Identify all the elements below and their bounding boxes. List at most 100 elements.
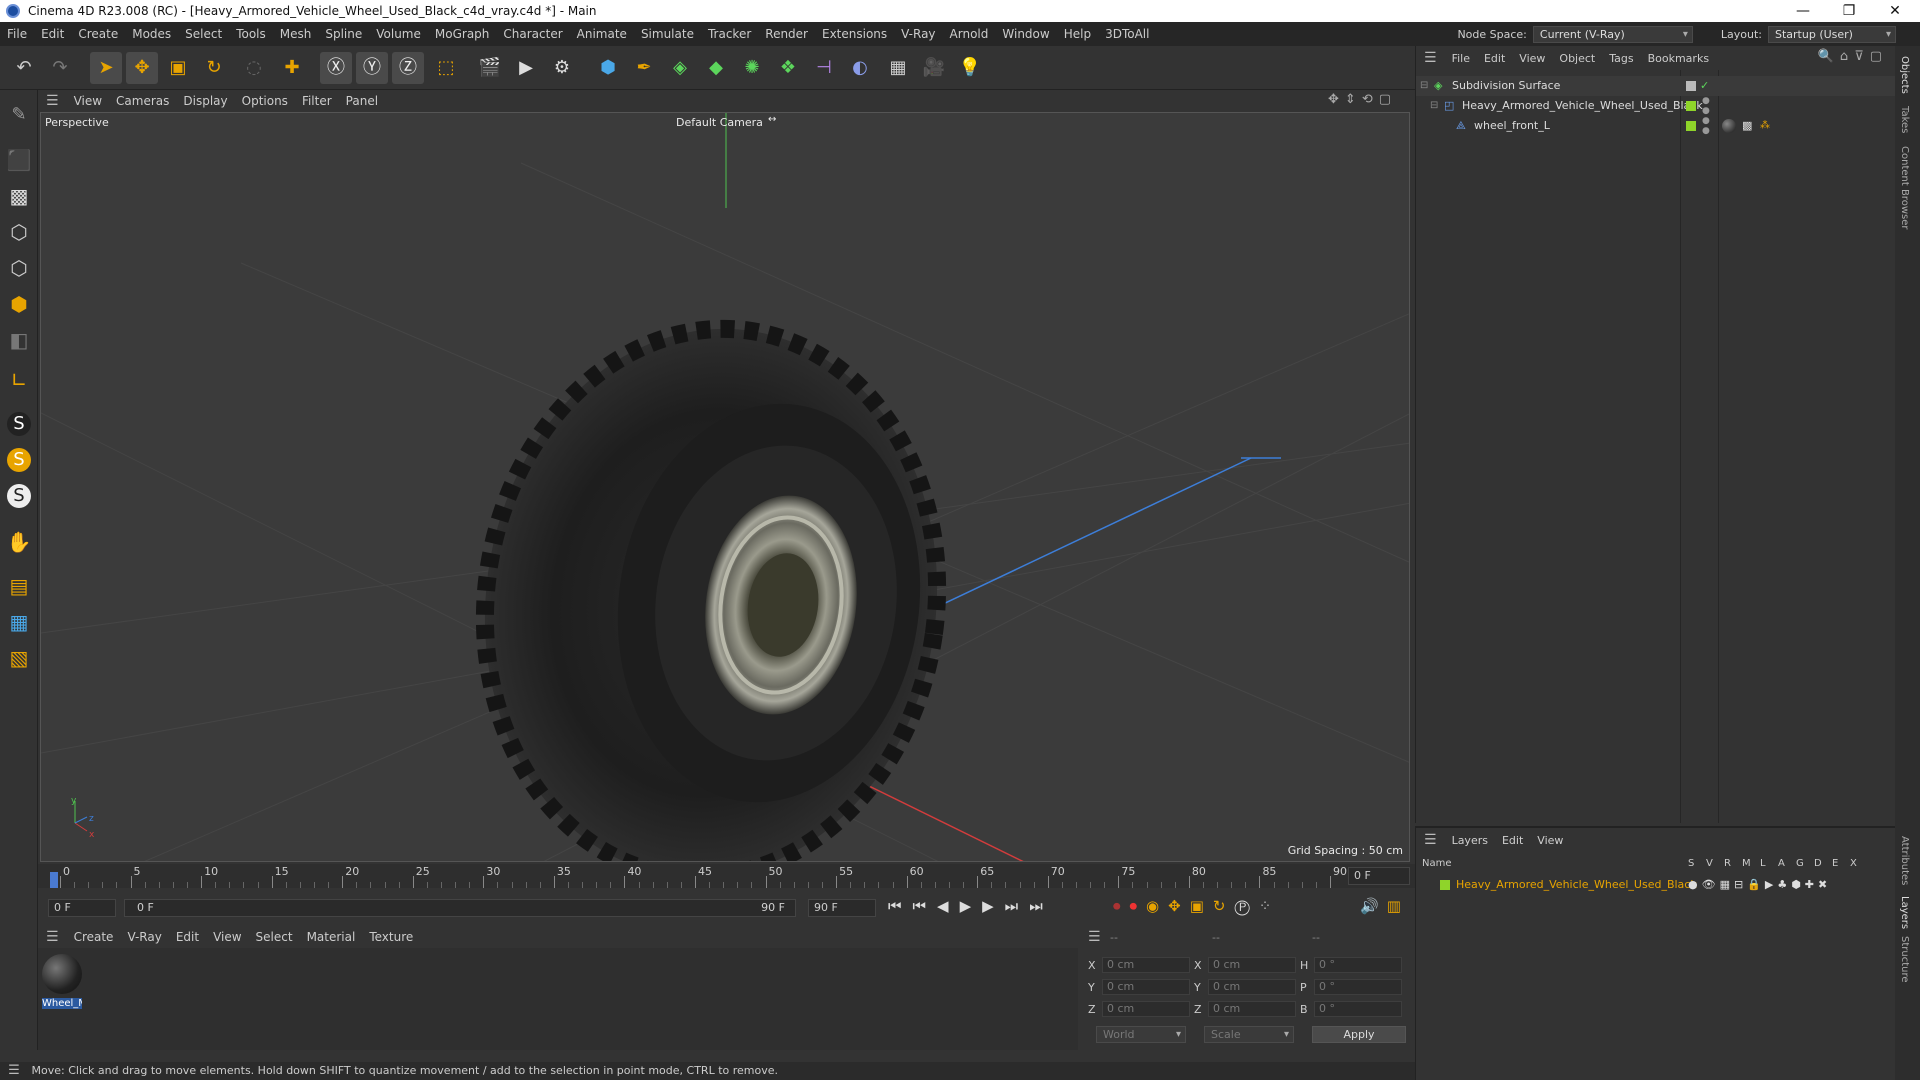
coord-size-z-field[interactable]: 0 cm bbox=[1208, 1001, 1296, 1017]
collapse-icon[interactable]: ⊟ bbox=[1430, 96, 1438, 116]
viewport-menu-display[interactable]: Display bbox=[176, 94, 234, 108]
viewport-menu-view[interactable]: View bbox=[67, 94, 109, 108]
menu-animate[interactable]: Animate bbox=[570, 27, 634, 41]
key-pla-icon[interactable]: ⁘ bbox=[1259, 897, 1281, 915]
scale-tool-button[interactable]: ▣ bbox=[162, 52, 194, 84]
layer-flag-header[interactable]: R bbox=[1724, 858, 1731, 869]
layers-hamburger-icon[interactable]: ☰ bbox=[1416, 832, 1445, 848]
make-editable-button[interactable]: ✎ bbox=[3, 98, 35, 130]
floor-button[interactable]: ▦ bbox=[882, 52, 914, 84]
autokey-icon[interactable]: ⏺ bbox=[1130, 897, 1147, 915]
mograph-effector-button[interactable]: ❖ bbox=[772, 52, 804, 84]
menu-spline[interactable]: Spline bbox=[318, 27, 369, 41]
y-axis-lock-button[interactable]: Ⓨ bbox=[356, 52, 388, 84]
key-scale-icon[interactable]: ▣ bbox=[1190, 897, 1213, 915]
menu-modes[interactable]: Modes bbox=[125, 27, 178, 41]
menu-tools[interactable]: Tools bbox=[229, 27, 273, 41]
workplane-button[interactable]: ∟ bbox=[3, 364, 35, 396]
redo-button[interactable]: ↷ bbox=[44, 52, 76, 84]
menu-file[interactable]: File bbox=[0, 27, 34, 41]
coordinate-space-dropdown[interactable]: World bbox=[1096, 1026, 1186, 1043]
paint-button[interactable]: ✋ bbox=[3, 526, 35, 558]
objects-menu-tags[interactable]: Tags bbox=[1602, 52, 1640, 65]
menu-character[interactable]: Character bbox=[496, 27, 569, 41]
layers-menu-edit[interactable]: Edit bbox=[1495, 834, 1530, 847]
layer-color-swatch[interactable] bbox=[1440, 880, 1450, 890]
material-hamburger-icon[interactable]: ☰ bbox=[38, 929, 67, 945]
menu-mesh[interactable]: Mesh bbox=[273, 27, 319, 41]
layout-dropdown[interactable]: Startup (User) bbox=[1768, 25, 1896, 43]
x-axis-lock-button[interactable]: Ⓧ bbox=[320, 52, 352, 84]
transform-button[interactable]: ✚ bbox=[276, 52, 308, 84]
collapse-icon[interactable]: ⊟ bbox=[1420, 76, 1428, 96]
keyframe-buttons[interactable]: ⏺⏺◉✥▣↻Ⓟ⁘ bbox=[1113, 897, 1280, 915]
object-name[interactable]: Subdivision Surface bbox=[1452, 76, 1560, 96]
visibility-dots[interactable]: ● ● bbox=[1702, 96, 1710, 116]
model-mode-button[interactable]: ⬛ bbox=[3, 144, 35, 176]
menu-mograph[interactable]: MoGraph bbox=[428, 27, 497, 41]
layer-grid-button[interactable]: ▤ bbox=[3, 570, 35, 602]
phong-tag-icon[interactable]: ⁂ bbox=[1760, 116, 1770, 136]
node-space-dropdown[interactable]: Current (V-Ray) bbox=[1532, 25, 1693, 43]
maximize-button[interactable]: ❐ bbox=[1826, 0, 1872, 22]
side-tab-layers[interactable]: Layers bbox=[1899, 896, 1910, 929]
3d-viewport[interactable]: y x z Perspective Default Camera ↔ Grid … bbox=[40, 112, 1410, 862]
coordinate-mode-dropdown[interactable]: Scale bbox=[1204, 1026, 1294, 1043]
motion-system-icon[interactable]: 🔊 bbox=[1360, 897, 1387, 915]
coord-pos-y-field[interactable]: 0 cm bbox=[1102, 979, 1190, 995]
layer-flag-header[interactable]: G bbox=[1796, 858, 1804, 869]
material-menu-select[interactable]: Select bbox=[249, 930, 300, 944]
viewport-menu-cameras[interactable]: Cameras bbox=[109, 94, 176, 108]
key-rotation-icon[interactable]: ↻ bbox=[1213, 897, 1235, 915]
menu-arnold[interactable]: Arnold bbox=[943, 27, 996, 41]
quantize-button[interactable]: S bbox=[3, 480, 35, 512]
layer-color-swatch[interactable] bbox=[1686, 121, 1696, 131]
object-name[interactable]: wheel_front_L bbox=[1474, 116, 1550, 136]
texture-mode-button[interactable]: ▩ bbox=[3, 180, 35, 212]
end-frame-field[interactable]: 90 F bbox=[808, 899, 876, 917]
start-frame-field[interactable]: 0 F bbox=[48, 899, 116, 917]
coord-size-y-field[interactable]: 0 cm bbox=[1208, 979, 1296, 995]
select-tool-button[interactable]: ➤ bbox=[90, 52, 122, 84]
spline-pen-button[interactable]: ✒ bbox=[628, 52, 660, 84]
object-row[interactable]: ⟁ wheel_front_L ● ● ▩ ⁂ bbox=[1416, 116, 1896, 136]
material-menu-create[interactable]: Create bbox=[67, 930, 121, 944]
live-select-button[interactable]: ◌ bbox=[238, 52, 270, 84]
objects-hamburger-icon[interactable]: ☰ bbox=[1416, 50, 1445, 66]
layers-menu-view[interactable]: View bbox=[1530, 834, 1570, 847]
viewport-nav-icons[interactable]: ✥⇕⟲▢ bbox=[1328, 92, 1397, 107]
layer-flag-header[interactable]: A bbox=[1778, 858, 1785, 869]
coord-pos-x-field[interactable]: 0 cm bbox=[1102, 957, 1190, 973]
layer-flag-header[interactable]: L bbox=[1760, 858, 1766, 869]
camera-button[interactable]: 🎥 bbox=[918, 52, 950, 84]
material-menu-view[interactable]: View bbox=[206, 930, 248, 944]
polygons-mode-button[interactable]: ⬢ bbox=[3, 288, 35, 320]
objects-menu-bookmarks[interactable]: Bookmarks bbox=[1641, 52, 1716, 65]
subdivision-surface-button[interactable]: ◈ bbox=[664, 52, 696, 84]
timeline-ruler[interactable]: 0 5 10 15 20 25 30 35 40 45 50 55 60 65 70 75 80 85 90 0 F bbox=[38, 864, 1415, 888]
material-menu-texture[interactable]: Texture bbox=[362, 930, 420, 944]
field-button[interactable]: ◐ bbox=[844, 52, 876, 84]
deformer-button[interactable]: ⊣ bbox=[808, 52, 840, 84]
next-key-icon[interactable]: ⏭ bbox=[1005, 897, 1030, 915]
mograph-cloner-button[interactable]: ✺ bbox=[736, 52, 768, 84]
material-menu-material[interactable]: Material bbox=[300, 930, 363, 944]
layer-row[interactable]: Heavy_Armored_Vehicle_Wheel_Used_Black ●… bbox=[1416, 876, 1896, 894]
side-tab-objects[interactable]: Objects bbox=[1899, 56, 1910, 94]
editor-visibility-toggle[interactable] bbox=[1686, 81, 1696, 91]
material-swatch[interactable]: Wheel_M bbox=[42, 954, 82, 1018]
menu-vray[interactable]: V-Ray bbox=[894, 27, 942, 41]
next-frame-icon[interactable]: ▶ bbox=[982, 897, 1005, 915]
coord-rot-p-field[interactable]: 0 ° bbox=[1314, 979, 1402, 995]
side-tab-structure[interactable]: Structure bbox=[1899, 936, 1910, 983]
minimize-button[interactable]: — bbox=[1780, 0, 1826, 22]
coord-rot-b-field[interactable]: 0 ° bbox=[1314, 1001, 1402, 1017]
object-name[interactable]: Heavy_Armored_Vehicle_Wheel_Used_Black bbox=[1462, 96, 1703, 116]
sculpt-button[interactable]: ▧ bbox=[3, 642, 35, 674]
light-button[interactable]: 💡 bbox=[954, 52, 986, 84]
material-menu-vray[interactable]: V-Ray bbox=[120, 930, 168, 944]
objects-search-filter-icons[interactable]: 🔍⌂⊽▢ bbox=[1818, 49, 1888, 64]
uv-mode-button[interactable]: ◧ bbox=[3, 324, 35, 356]
transport-buttons[interactable]: ⏮⏮◀▶▶⏭⏭ bbox=[888, 897, 1054, 915]
rotate-tool-button[interactable]: ↻ bbox=[198, 52, 230, 84]
